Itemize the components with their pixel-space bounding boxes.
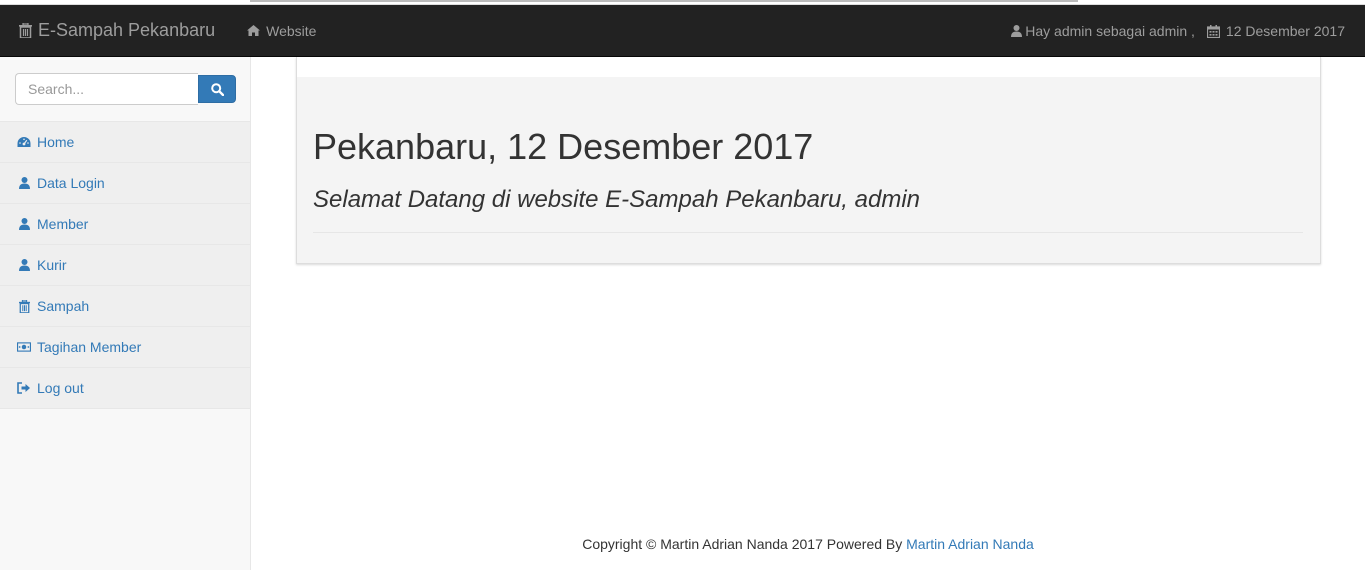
sidebar-item-kurir[interactable]: Kurir	[0, 245, 250, 286]
sidebar-item-label: Log out	[37, 380, 84, 396]
money-icon	[17, 340, 31, 354]
content-panel: Pekanbaru, 12 Desember 2017 Selamat Data…	[296, 57, 1321, 264]
welcome-message: Selamat Datang di website E-Sampah Pekan…	[313, 186, 921, 213]
footer-author-link[interactable]: Martin Adrian Nanda	[906, 536, 1034, 552]
top-navbar: E-Sampah Pekanbaru Website Hay admin seb…	[0, 5, 1365, 57]
sidebar-item-data-login[interactable]: Data Login	[0, 163, 250, 204]
sidebar-item-label: Sampah	[37, 298, 90, 314]
trash-icon	[19, 23, 32, 38]
calendar-icon	[1206, 24, 1220, 38]
trash-icon	[17, 299, 31, 313]
sidebar-search	[0, 57, 250, 122]
footer: Copyright © Martin Adrian Nanda 2017 Pow…	[251, 536, 1365, 552]
dashboard-icon	[17, 135, 31, 149]
sidebar-item-label: Home	[37, 134, 75, 150]
sidebar-menu: Home Data Login Member Kurir Sampah Tagi…	[0, 122, 250, 409]
sidebar-item-member[interactable]: Member	[0, 204, 250, 245]
user-greeting: Hay admin sebagai admin ,	[1025, 23, 1195, 39]
divider	[313, 232, 1303, 233]
brand-title: E-Sampah Pekanbaru	[38, 20, 216, 40]
user-icon	[17, 258, 31, 272]
home-icon	[247, 25, 261, 36]
top-strip-line	[250, 0, 1078, 2]
welcome-jumbotron: Pekanbaru, 12 Desember 2017 Selamat Data…	[297, 77, 1320, 263]
website-link[interactable]: Website	[247, 23, 316, 39]
copyright-text: Copyright © Martin Adrian Nanda 2017 Pow…	[582, 536, 903, 552]
sidebar-item-sampah[interactable]: Sampah	[0, 286, 250, 327]
sidebar-item-label: Data Login	[37, 175, 105, 191]
sidebar-item-label: Member	[37, 216, 89, 232]
sidebar-item-log-out[interactable]: Log out	[0, 368, 250, 409]
page-title: Pekanbaru, 12 Desember 2017	[313, 126, 814, 167]
sidebar: Home Data Login Member Kurir Sampah	[0, 57, 251, 570]
sidebar-item-label: Tagihan Member	[37, 339, 142, 355]
user-icon	[17, 217, 31, 231]
current-date: 12 Desember 2017	[1225, 23, 1345, 39]
sidebar-item-label: Kurir	[37, 257, 67, 273]
sidebar-item-home[interactable]: Home	[0, 122, 250, 163]
search-input[interactable]	[15, 73, 198, 105]
website-link-label: Website	[266, 22, 317, 39]
search-button[interactable]	[198, 75, 236, 103]
sign-out-icon	[17, 381, 31, 395]
user-icon	[17, 176, 31, 190]
user-icon	[1011, 25, 1023, 37]
user-info: Hay admin sebagai admin , 12 Desember 20…	[1011, 5, 1345, 57]
brand-link[interactable]: E-Sampah Pekanbaru	[19, 20, 215, 41]
search-icon	[210, 82, 224, 96]
sidebar-item-tagihan-member[interactable]: Tagihan Member	[0, 327, 250, 368]
